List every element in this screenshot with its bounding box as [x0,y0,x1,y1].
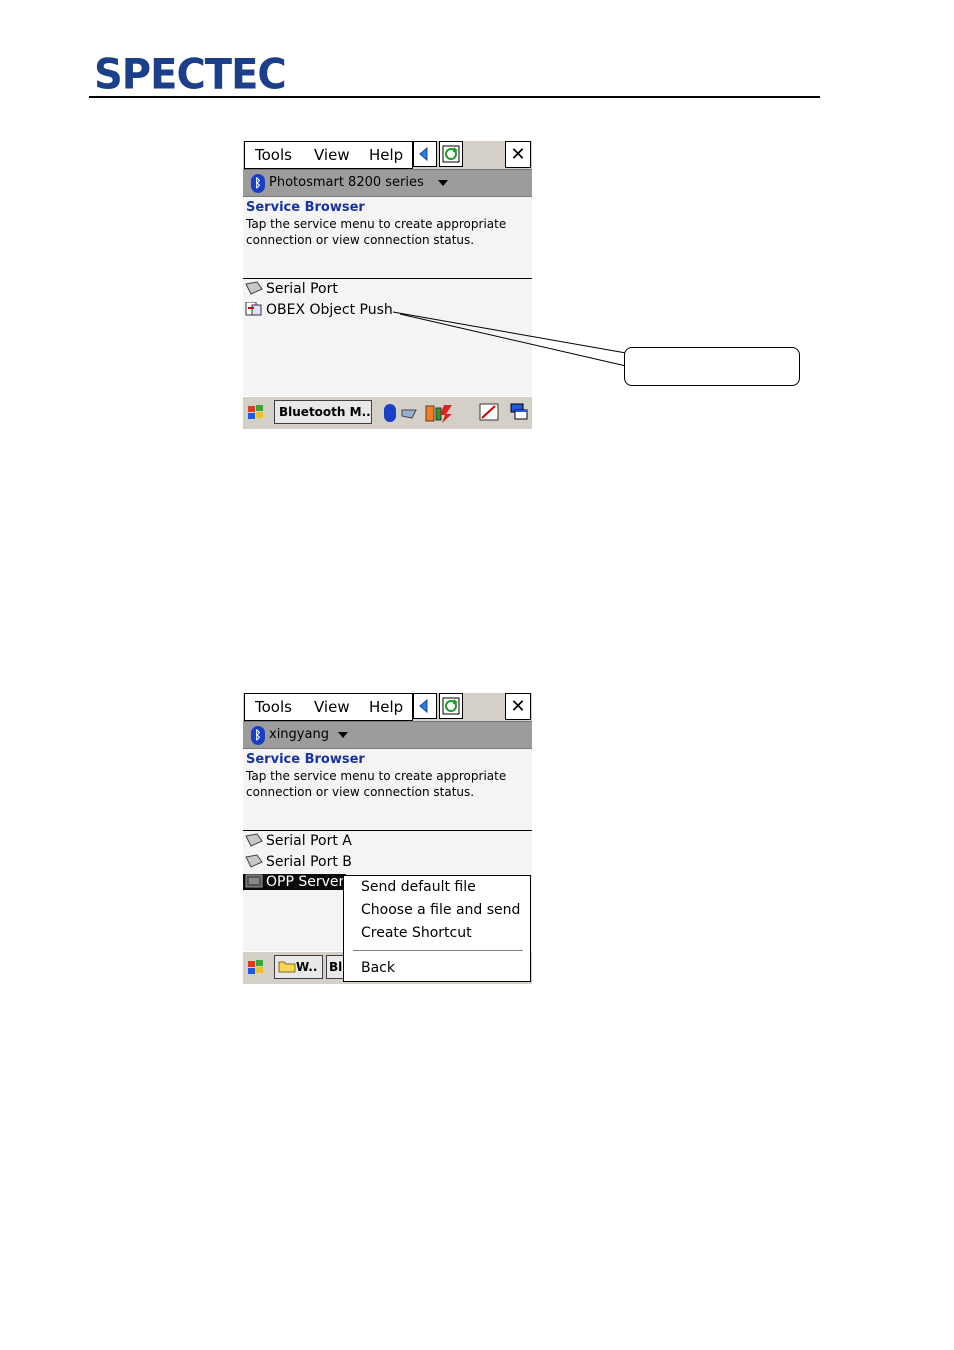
menu-separator [353,950,523,951]
taskbar-explorer-button[interactable]: W.. [274,955,323,979]
service-browser-description: Tap the service menu to create appropria… [246,769,507,799]
serial-port-icon [245,833,263,847]
task-label: W.. [296,960,318,974]
close-button[interactable]: ✕ [505,693,531,720]
refresh-icon [442,697,460,715]
menu-box: Tools View Help [244,693,413,721]
service-browser-title: Service Browser [246,752,365,767]
chevron-down-icon[interactable] [338,732,348,738]
serial-port-icon [245,854,263,868]
service-item-opp-server[interactable]: OPP Server [243,874,347,890]
device-bar[interactable]: ᛒ xingyang [243,721,532,749]
menu-tools[interactable]: Tools [255,698,292,716]
refresh-button[interactable] [439,693,463,719]
service-item-serial-port-b[interactable]: Serial Port B [245,854,352,870]
back-arrow-icon [419,699,428,713]
back-button[interactable] [413,693,437,719]
taskbar-bluetooth-button[interactable]: Bl [326,955,344,979]
callout-leader-lines [392,311,627,367]
content-divider [243,830,532,831]
service-label: OPP Server [266,874,345,890]
service-item-serial-port-a[interactable]: Serial Port A [245,833,352,849]
service-label: Serial Port B [266,854,352,870]
bluetooth-icon: ᛒ [251,726,265,745]
menu-item-send-default-file[interactable]: Send default file [361,879,476,895]
menu-item-back[interactable]: Back [361,960,395,976]
menu-bar: Tools View Help ✕ [243,693,532,721]
folder-icon [278,961,296,973]
opp-server-icon [245,874,263,888]
menu-item-create-shortcut[interactable]: Create Shortcut [361,925,472,941]
menu-help[interactable]: Help [369,698,403,716]
menu-view[interactable]: View [314,698,350,716]
context-menu: Send default file Choose a file and send… [343,875,531,982]
callout-box [624,347,800,386]
menu-item-choose-file-and-send[interactable]: Choose a file and send [361,902,520,918]
windows-start-icon[interactable] [246,958,266,978]
service-label: Serial Port A [266,833,352,849]
device-name: xingyang [269,727,329,742]
